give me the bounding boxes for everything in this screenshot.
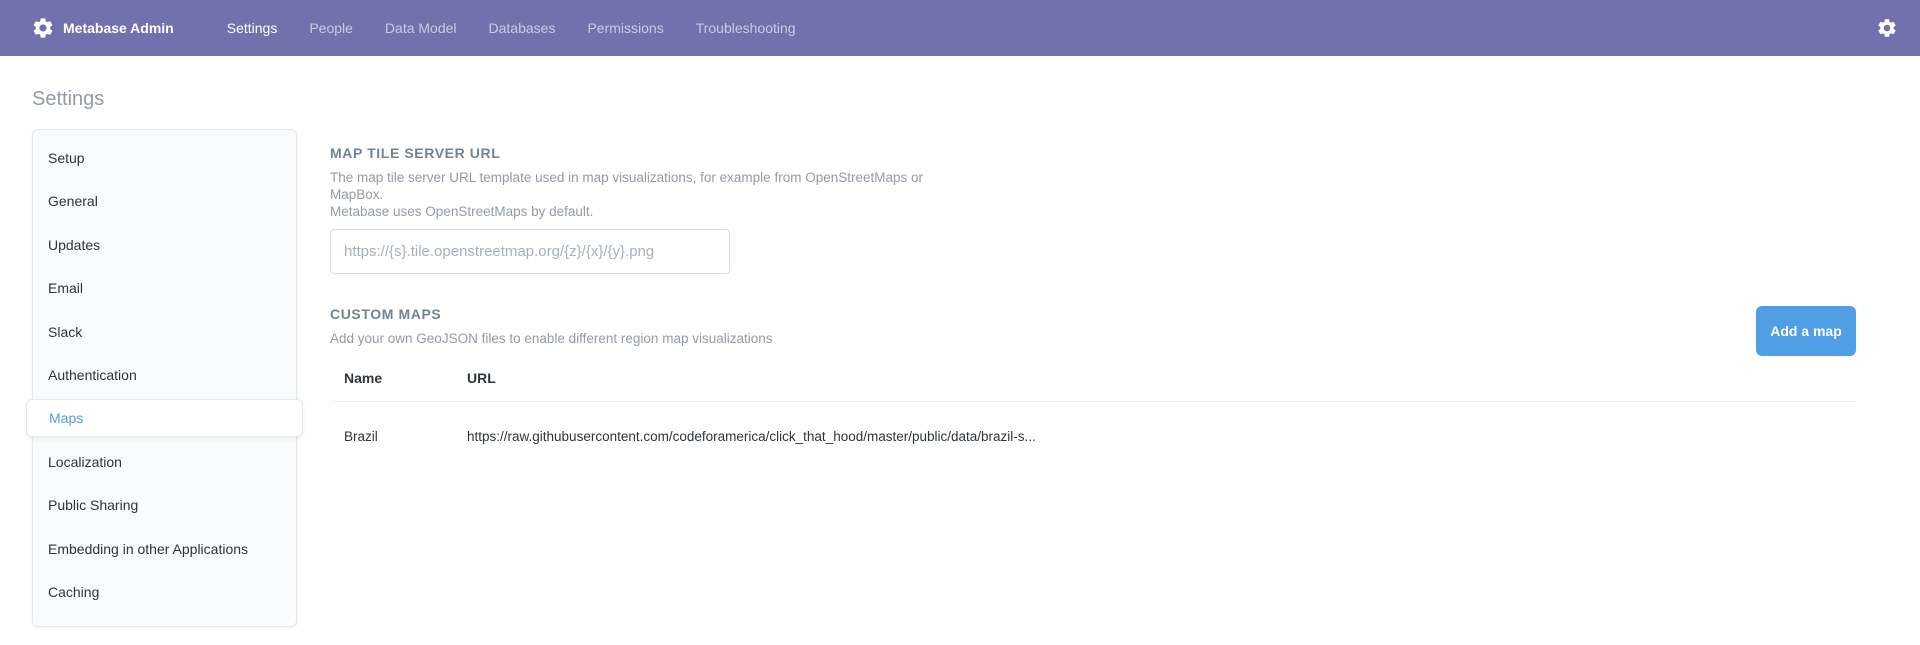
settings-sidebar: Setup General Updates Email Slack Authen… [26, 129, 303, 627]
sidebar-item-embedding[interactable]: Embedding in other Applications [33, 530, 296, 568]
tile-server-desc-line: Metabase uses OpenStreetMaps by default. [330, 204, 594, 219]
custom-maps-table: Name URL [330, 360, 1856, 402]
brand-title: Metabase Admin [63, 20, 174, 36]
add-map-button[interactable]: Add a map [1756, 306, 1856, 356]
sidebar-item-general[interactable]: General [33, 182, 296, 220]
gear-icon[interactable] [1876, 17, 1898, 39]
column-header-name: Name [344, 370, 383, 386]
map-url-cell: https://raw.githubusercontent.com/codefo… [467, 429, 1036, 444]
page-title: Settings [32, 88, 105, 110]
sidebar-item-setup[interactable]: Setup [33, 139, 296, 177]
table-header: Name URL [330, 360, 1856, 402]
sidebar-item-caching[interactable]: Caching [33, 573, 296, 611]
column-header-url: URL [467, 370, 496, 386]
nav-people[interactable]: People [309, 20, 353, 36]
tile-server-url-input[interactable] [330, 229, 730, 274]
top-nav-bar: Metabase Admin Settings People Data Mode… [0, 0, 1920, 56]
tile-server-label: MAP TILE SERVER URL [330, 145, 501, 161]
nav-troubleshooting[interactable]: Troubleshooting [696, 20, 796, 36]
tile-server-desc-line: The map tile server URL template used in… [330, 170, 924, 185]
nav-settings[interactable]: Settings [227, 20, 278, 36]
sidebar-item-maps[interactable]: Maps [26, 399, 303, 437]
nav-databases[interactable]: Databases [489, 20, 556, 36]
map-name-cell: Brazil [344, 429, 378, 444]
sidebar-item-updates[interactable]: Updates [33, 226, 296, 264]
nav-permissions[interactable]: Permissions [587, 20, 663, 36]
brand[interactable]: Metabase Admin [31, 16, 174, 40]
gear-icon [31, 16, 55, 40]
sidebar-item-localization[interactable]: Localization [33, 443, 296, 481]
sidebar-item-authentication[interactable]: Authentication [33, 356, 296, 394]
tile-server-desc-line: MapBox. [330, 187, 384, 202]
nav-links: Settings People Data Model Databases Per… [227, 20, 828, 36]
sidebar-item-email[interactable]: Email [33, 269, 296, 307]
custom-maps-description: Add your own GeoJSON files to enable dif… [330, 331, 773, 346]
tile-server-description: The map tile server URL template used in… [330, 169, 923, 220]
custom-maps-label: CUSTOM MAPS [330, 306, 442, 322]
nav-data-model[interactable]: Data Model [385, 20, 457, 36]
sidebar-item-slack[interactable]: Slack [33, 313, 296, 351]
sidebar-item-public-sharing[interactable]: Public Sharing [33, 486, 296, 524]
